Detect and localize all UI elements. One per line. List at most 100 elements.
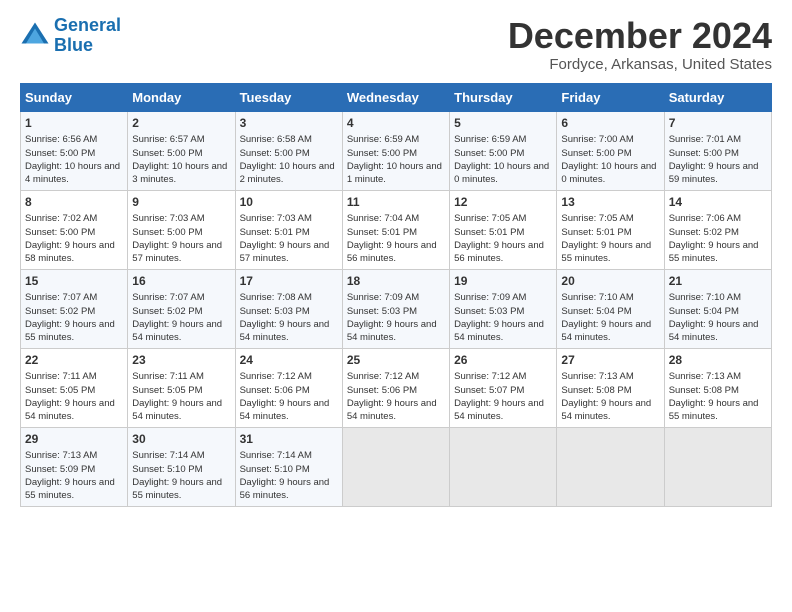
daylight-label: Daylight: 9 hours and 55 minutes. (669, 240, 759, 264)
header-cell-sunday: Sunday (21, 83, 128, 111)
sunset-label: Sunset: 5:00 PM (25, 148, 95, 159)
sunrise-label: Sunrise: 7:05 AM (454, 213, 526, 224)
day-cell: 2Sunrise: 6:57 AMSunset: 5:00 PMDaylight… (128, 111, 235, 190)
sunset-label: Sunset: 5:00 PM (240, 148, 310, 159)
sunset-label: Sunset: 5:03 PM (347, 306, 417, 317)
day-cell: 10Sunrise: 7:03 AMSunset: 5:01 PMDayligh… (235, 190, 342, 269)
day-cell: 25Sunrise: 7:12 AMSunset: 5:06 PMDayligh… (342, 348, 449, 427)
sunset-label: Sunset: 5:00 PM (132, 227, 202, 238)
sunset-label: Sunset: 5:08 PM (561, 385, 631, 396)
daylight-label: Daylight: 9 hours and 57 minutes. (240, 240, 330, 264)
logo-line2: Blue (54, 35, 93, 55)
daylight-label: Daylight: 9 hours and 55 minutes. (132, 477, 222, 501)
day-number: 18 (347, 273, 445, 290)
daylight-label: Daylight: 9 hours and 56 minutes. (240, 477, 330, 501)
daylight-label: Daylight: 9 hours and 54 minutes. (561, 319, 651, 343)
sunrise-label: Sunrise: 7:12 AM (347, 371, 419, 382)
day-number: 7 (669, 115, 767, 132)
sunset-label: Sunset: 5:00 PM (132, 148, 202, 159)
sunrise-label: Sunrise: 7:04 AM (347, 213, 419, 224)
sunset-label: Sunset: 5:10 PM (240, 464, 310, 475)
sunrise-label: Sunrise: 7:02 AM (25, 213, 97, 224)
day-cell: 1Sunrise: 6:56 AMSunset: 5:00 PMDaylight… (21, 111, 128, 190)
day-number: 4 (347, 115, 445, 132)
sunset-label: Sunset: 5:04 PM (561, 306, 631, 317)
day-number: 14 (669, 194, 767, 211)
sunset-label: Sunset: 5:05 PM (25, 385, 95, 396)
daylight-label: Daylight: 9 hours and 54 minutes. (454, 319, 544, 343)
sunset-label: Sunset: 5:06 PM (240, 385, 310, 396)
logo-text: General Blue (54, 16, 121, 56)
daylight-label: Daylight: 9 hours and 55 minutes. (669, 398, 759, 422)
day-cell: 18Sunrise: 7:09 AMSunset: 5:03 PMDayligh… (342, 269, 449, 348)
day-number: 27 (561, 352, 659, 369)
header-cell-thursday: Thursday (450, 83, 557, 111)
day-cell: 15Sunrise: 7:07 AMSunset: 5:02 PMDayligh… (21, 269, 128, 348)
day-cell (342, 427, 449, 506)
daylight-label: Daylight: 9 hours and 54 minutes. (454, 398, 544, 422)
week-row-1: 1Sunrise: 6:56 AMSunset: 5:00 PMDaylight… (21, 111, 772, 190)
week-row-4: 22Sunrise: 7:11 AMSunset: 5:05 PMDayligh… (21, 348, 772, 427)
sunset-label: Sunset: 5:01 PM (240, 227, 310, 238)
day-number: 9 (132, 194, 230, 211)
sunrise-label: Sunrise: 7:14 AM (240, 450, 312, 461)
sunrise-label: Sunrise: 7:01 AM (669, 134, 741, 145)
daylight-label: Daylight: 9 hours and 54 minutes. (347, 398, 437, 422)
daylight-label: Daylight: 9 hours and 59 minutes. (669, 161, 759, 185)
day-cell: 27Sunrise: 7:13 AMSunset: 5:08 PMDayligh… (557, 348, 664, 427)
day-cell: 9Sunrise: 7:03 AMSunset: 5:00 PMDaylight… (128, 190, 235, 269)
day-number: 22 (25, 352, 123, 369)
day-cell: 30Sunrise: 7:14 AMSunset: 5:10 PMDayligh… (128, 427, 235, 506)
week-row-2: 8Sunrise: 7:02 AMSunset: 5:00 PMDaylight… (21, 190, 772, 269)
sunset-label: Sunset: 5:01 PM (454, 227, 524, 238)
day-number: 21 (669, 273, 767, 290)
day-number: 5 (454, 115, 552, 132)
week-row-5: 29Sunrise: 7:13 AMSunset: 5:09 PMDayligh… (21, 427, 772, 506)
daylight-label: Daylight: 9 hours and 54 minutes. (240, 398, 330, 422)
day-cell (450, 427, 557, 506)
day-cell: 5 Sunrise: 6:59 AM Sunset: 5:00 PM Daylight… (450, 111, 557, 190)
sunrise-label: Sunrise: 7:10 AM (669, 292, 741, 303)
main-title: December 2024 (508, 16, 772, 56)
sunrise-label: Sunrise: 7:13 AM (25, 450, 97, 461)
day-number: 23 (132, 352, 230, 369)
daylight-label: Daylight: 10 hours and 3 minutes. (132, 161, 227, 185)
day-cell: 26Sunrise: 7:12 AMSunset: 5:07 PMDayligh… (450, 348, 557, 427)
daylight-label: Daylight: 9 hours and 56 minutes. (454, 240, 544, 264)
subtitle: Fordyce, Arkansas, United States (508, 56, 772, 73)
day-cell (664, 427, 771, 506)
day-number: 24 (240, 352, 338, 369)
logo-line1: General (54, 15, 121, 35)
day-number: 25 (347, 352, 445, 369)
sunrise-label: Sunrise: 6:59 AM (347, 134, 419, 145)
daylight-label: Daylight: 9 hours and 55 minutes. (25, 477, 115, 501)
sunset-label: Sunset: 5:08 PM (669, 385, 739, 396)
calendar-table: SundayMondayTuesdayWednesdayThursdayFrid… (20, 83, 772, 507)
day-cell: 16Sunrise: 7:07 AMSunset: 5:02 PMDayligh… (128, 269, 235, 348)
sunset-label: Sunset: 5:00 PM (25, 227, 95, 238)
day-number: 31 (240, 431, 338, 448)
header-cell-tuesday: Tuesday (235, 83, 342, 111)
sunrise-label: Sunrise: 7:03 AM (240, 213, 312, 224)
day-cell: 22Sunrise: 7:11 AMSunset: 5:05 PMDayligh… (21, 348, 128, 427)
sunset-label: Sunset: 5:00 PM (454, 148, 524, 159)
day-number: 16 (132, 273, 230, 290)
day-cell: 3Sunrise: 6:58 AMSunset: 5:00 PMDaylight… (235, 111, 342, 190)
daylight-label: Daylight: 10 hours and 4 minutes. (25, 161, 120, 185)
day-cell: 14Sunrise: 7:06 AMSunset: 5:02 PMDayligh… (664, 190, 771, 269)
day-cell (557, 427, 664, 506)
sunrise-label: Sunrise: 6:59 AM (454, 134, 526, 145)
sunrise-label: Sunrise: 7:06 AM (669, 213, 741, 224)
day-number: 28 (669, 352, 767, 369)
day-cell: 17Sunrise: 7:08 AMSunset: 5:03 PMDayligh… (235, 269, 342, 348)
daylight-label: Daylight: 10 hours and 0 minutes. (454, 161, 549, 185)
sunset-label: Sunset: 5:07 PM (454, 385, 524, 396)
day-cell: 29Sunrise: 7:13 AMSunset: 5:09 PMDayligh… (21, 427, 128, 506)
day-number: 26 (454, 352, 552, 369)
header-cell-wednesday: Wednesday (342, 83, 449, 111)
page: General Blue December 2024 Fordyce, Arka… (0, 0, 792, 517)
day-cell: 24Sunrise: 7:12 AMSunset: 5:06 PMDayligh… (235, 348, 342, 427)
daylight-label: Daylight: 9 hours and 54 minutes. (347, 319, 437, 343)
daylight-label: Daylight: 9 hours and 56 minutes. (347, 240, 437, 264)
day-cell: 8Sunrise: 7:02 AMSunset: 5:00 PMDaylight… (21, 190, 128, 269)
